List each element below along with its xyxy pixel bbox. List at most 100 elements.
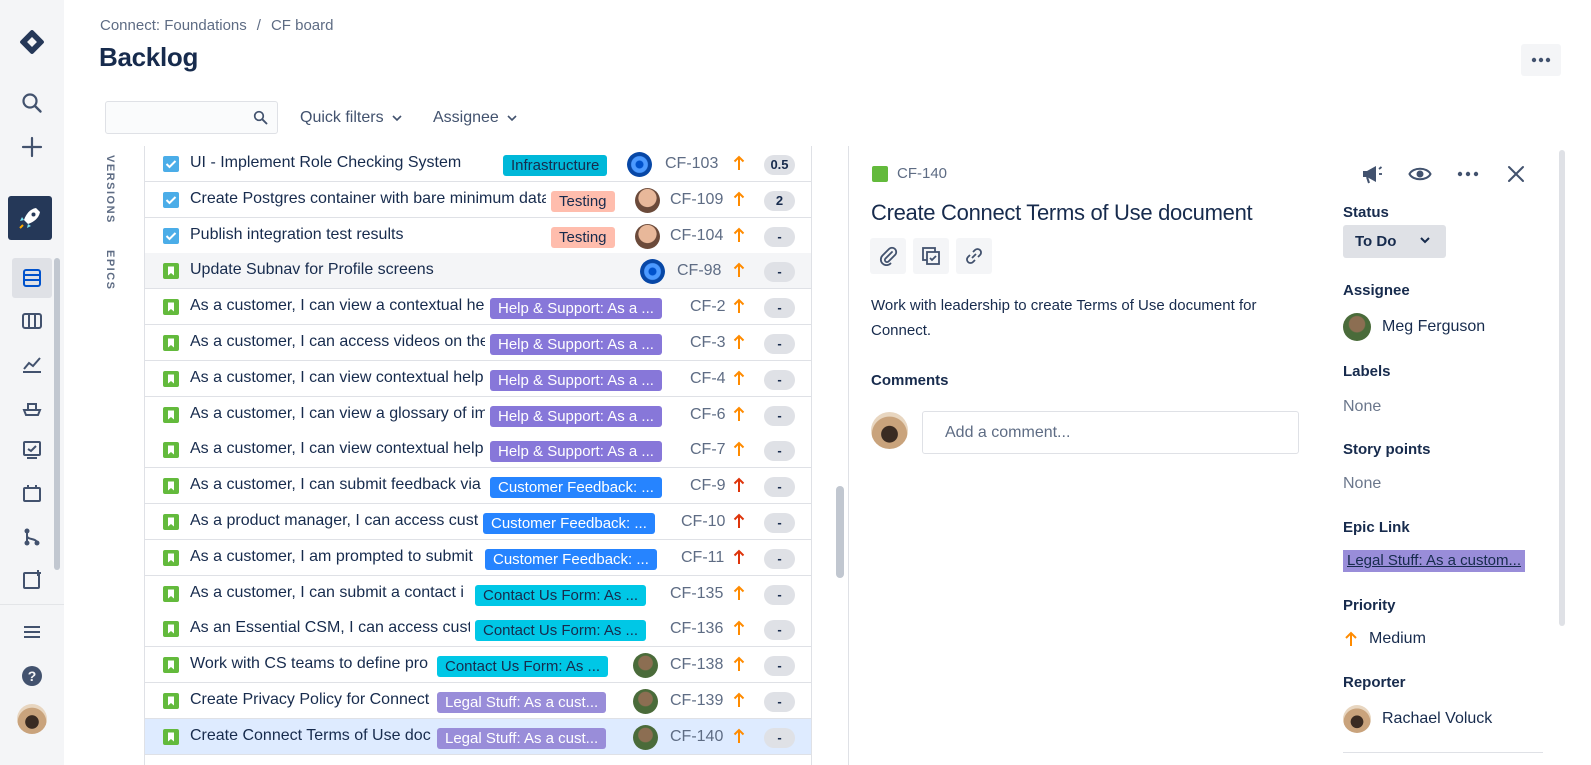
priority-value[interactable]: Medium bbox=[1369, 630, 1426, 648]
backlog-row[interactable]: As a customer, I can submit a contact i C… bbox=[145, 575, 811, 612]
issue-key[interactable]: CF-109 bbox=[670, 191, 723, 209]
assignee-dropdown[interactable]: Assignee bbox=[433, 109, 517, 127]
issue-key[interactable]: CF-9 bbox=[690, 477, 726, 495]
reports-icon[interactable] bbox=[12, 344, 52, 384]
feedback-button[interactable] bbox=[1358, 160, 1386, 188]
issue-summary[interactable]: UI - Implement Role Checking System bbox=[190, 154, 500, 172]
board-icon[interactable] bbox=[12, 301, 52, 341]
more-actions-button[interactable] bbox=[1521, 44, 1561, 76]
backlog-row[interactable]: UI - Implement Role Checking System Infra… bbox=[145, 146, 811, 182]
components-icon[interactable] bbox=[12, 430, 52, 470]
backlog-row[interactable]: Publish integration test results Testing C… bbox=[145, 217, 811, 254]
detail-scrollbar[interactable] bbox=[1559, 150, 1565, 626]
backlog-row[interactable]: As a customer, I can view contextual hel… bbox=[145, 360, 811, 397]
issues-icon[interactable] bbox=[12, 473, 52, 513]
issue-summary[interactable]: Update Subnav for Profile screens bbox=[190, 261, 630, 279]
epic-badge[interactable]: Help & Support: As a ... bbox=[490, 298, 662, 320]
comment-input[interactable]: Add a comment... bbox=[922, 411, 1299, 454]
issue-summary[interactable]: As a customer, I can submit feedback via bbox=[190, 476, 485, 494]
issue-key[interactable]: CF-139 bbox=[670, 692, 723, 710]
watch-button[interactable] bbox=[1406, 160, 1434, 188]
issue-summary[interactable]: Publish integration test results bbox=[190, 226, 546, 244]
breadcrumb-project[interactable]: Connect: Foundations bbox=[100, 17, 247, 34]
epic-badge[interactable]: Customer Feedback: ... bbox=[485, 548, 657, 570]
backlog-row[interactable]: Create Postgres container with bare mini… bbox=[145, 181, 811, 218]
issue-summary[interactable]: As a customer, I am prompted to submit bbox=[190, 548, 485, 566]
menu-icon[interactable] bbox=[12, 612, 52, 652]
issue-summary[interactable]: Work with CS teams to define pro bbox=[190, 655, 432, 673]
story-points-value[interactable]: None bbox=[1343, 475, 1381, 493]
backlog-row[interactable]: As a product manager, I can access cust C… bbox=[145, 504, 811, 540]
epic-badge[interactable]: Contact Us Form: As ... bbox=[437, 656, 609, 678]
labels-value[interactable]: None bbox=[1343, 398, 1381, 416]
issue-summary[interactable]: As a product manager, I can access cust bbox=[190, 512, 485, 530]
code-branch-icon[interactable] bbox=[12, 517, 52, 557]
issue-key[interactable]: CF-104 bbox=[670, 227, 723, 245]
epic-badge[interactable]: Customer Feedback: ... bbox=[490, 477, 662, 499]
epic-badge[interactable]: Legal Stuff: As a cust... bbox=[437, 727, 607, 749]
detail-issue-key[interactable]: CF-140 bbox=[897, 165, 947, 182]
list-scrollbar[interactable] bbox=[836, 486, 844, 578]
backlog-row[interactable]: As a customer, I can view contextual hel… bbox=[145, 432, 811, 469]
issue-summary[interactable]: As an Essential CSM, I can access cust bbox=[190, 619, 470, 637]
epic-badge[interactable]: Infrastructure bbox=[503, 155, 608, 176]
create-icon[interactable] bbox=[12, 127, 52, 167]
backlog-row[interactable]: Work with CS teams to define pro Contact … bbox=[145, 647, 811, 684]
detail-description[interactable]: Work with leadership to create Terms of … bbox=[871, 293, 1291, 343]
add-item-icon[interactable] bbox=[12, 560, 52, 600]
search-icon[interactable] bbox=[12, 83, 52, 123]
issue-key[interactable]: CF-4 bbox=[690, 370, 726, 388]
backlog-row[interactable]: Create Connect Terms of Use doc Legal Stu… bbox=[145, 718, 811, 755]
issue-key[interactable]: CF-11 bbox=[681, 549, 724, 567]
issue-key[interactable]: CF-140 bbox=[670, 728, 723, 746]
issue-key[interactable]: CF-103 bbox=[665, 155, 718, 173]
backlog-row[interactable]: As an Essential CSM, I can access cust Co… bbox=[145, 611, 811, 648]
detail-title[interactable]: Create Connect Terms of Use document bbox=[871, 200, 1253, 226]
reporter-value[interactable]: Rachael Voluck bbox=[1382, 710, 1492, 728]
epic-badge[interactable]: Testing bbox=[551, 226, 615, 248]
project-rocket-icon[interactable] bbox=[8, 196, 52, 240]
close-button[interactable] bbox=[1502, 160, 1530, 188]
issue-key[interactable]: CF-136 bbox=[670, 620, 723, 638]
link-issue-button[interactable] bbox=[956, 238, 992, 274]
search-input[interactable] bbox=[105, 101, 278, 134]
attach-button[interactable] bbox=[870, 238, 906, 274]
backlog-row[interactable]: As a customer, I can submit feedback via… bbox=[145, 468, 811, 505]
epic-badge[interactable]: Contact Us Form: As ... bbox=[475, 584, 647, 606]
epic-badge[interactable]: Help & Support: As a ... bbox=[490, 334, 662, 355]
epic-badge[interactable]: Help & Support: As a ... bbox=[490, 405, 662, 427]
issue-summary[interactable]: As a customer, I can view contextual hel… bbox=[190, 440, 485, 458]
nav-scrollbar[interactable] bbox=[54, 258, 60, 570]
epic-badge[interactable]: Help & Support: As a ... bbox=[490, 441, 662, 463]
issue-key[interactable]: CF-2 bbox=[690, 298, 726, 316]
help-icon[interactable]: ? bbox=[12, 656, 52, 696]
issue-summary[interactable]: Create Postgres container with bare mini… bbox=[190, 190, 546, 208]
issue-key[interactable]: CF-7 bbox=[690, 441, 726, 459]
issue-key[interactable]: CF-6 bbox=[690, 406, 726, 424]
backlog-row[interactable]: As a customer, I am prompted to submit Cu… bbox=[145, 539, 811, 576]
versions-tab[interactable]: VERSIONS bbox=[104, 155, 116, 224]
breadcrumb-board[interactable]: CF board bbox=[271, 17, 334, 34]
releases-icon[interactable] bbox=[12, 388, 52, 428]
epics-tab[interactable]: EPICS bbox=[104, 250, 116, 291]
detail-more-button[interactable] bbox=[1454, 160, 1482, 188]
backlog-icon[interactable] bbox=[12, 258, 52, 298]
backlog-row[interactable]: Create Privacy Policy for Connect Legal S… bbox=[145, 683, 811, 719]
epic-badge[interactable]: Help & Support: As a ... bbox=[490, 369, 662, 391]
status-dropdown[interactable]: To Do bbox=[1343, 225, 1446, 258]
issue-summary[interactable]: As a customer, I can access videos on th… bbox=[190, 333, 485, 351]
issue-summary[interactable]: Create Privacy Policy for Connect bbox=[190, 691, 432, 709]
epic-badge[interactable]: Testing bbox=[551, 190, 615, 212]
issue-summary[interactable]: As a customer, I can submit a contact i bbox=[190, 584, 470, 602]
profile-avatar[interactable] bbox=[12, 699, 52, 739]
epic-badge[interactable]: Customer Feedback: ... bbox=[483, 513, 655, 534]
issue-key[interactable]: CF-10 bbox=[681, 513, 725, 531]
backlog-row[interactable]: As a customer, I can view a glossary of … bbox=[145, 396, 811, 433]
epic-badge[interactable]: Legal Stuff: As a cust... bbox=[437, 692, 607, 713]
issue-key[interactable]: CF-98 bbox=[677, 262, 721, 280]
issue-key[interactable]: CF-3 bbox=[690, 334, 726, 352]
quick-filters-dropdown[interactable]: Quick filters bbox=[300, 109, 402, 127]
backlog-row[interactable]: As a customer, I can view a contextual h… bbox=[145, 289, 811, 326]
issue-summary[interactable]: As a customer, I can view a contextual h… bbox=[190, 297, 485, 315]
issue-key[interactable]: CF-135 bbox=[670, 585, 723, 603]
